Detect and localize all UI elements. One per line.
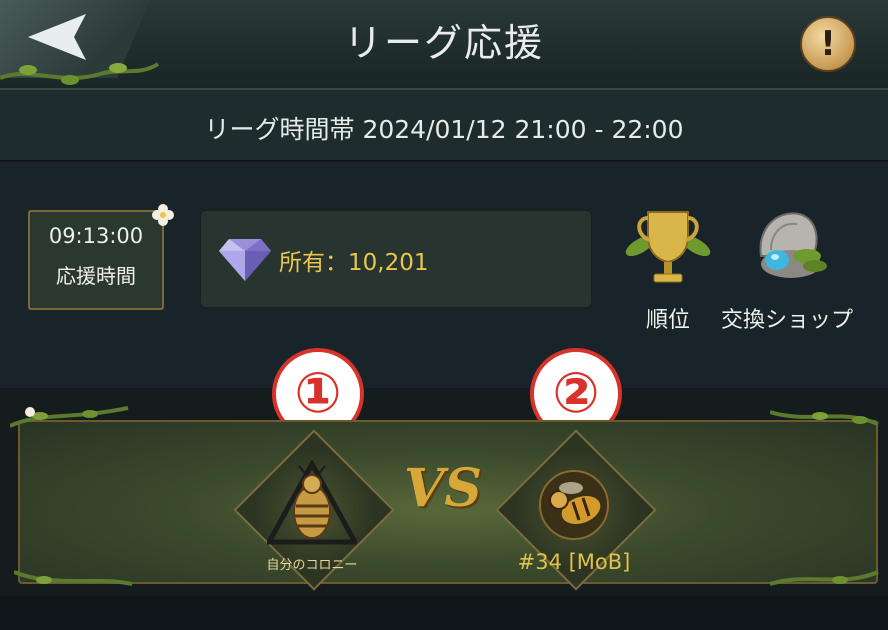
exchange-shop-button[interactable]: 交換ショップ [712,206,862,334]
exchange-shop-label: 交換ショップ [720,308,853,333]
own-colony-team[interactable]: 自分のコロニー [233,429,395,591]
opponent-team[interactable]: #34 [MoB] [495,429,657,591]
vine-decoration-icon [770,570,879,586]
info-button[interactable]: ! [800,16,856,72]
own-colony-name: 自分のコロニー [266,558,358,573]
vine-decoration-icon [770,410,879,426]
gem-amount: 所有：10,201 [279,250,429,276]
league-time-band: リーグ時間帯 2024/01/12 21:00 - 22:00 [0,90,888,161]
bee-emblem-icon [539,470,609,540]
flower-decoration-icon [152,204,174,226]
vine-decoration-icon [14,570,133,586]
trophy-icon [625,211,711,283]
bee-emblem-icon [267,460,357,545]
cheer-time-value: 09:13:00 [48,224,144,248]
page-title: リーグ応援 [343,21,544,65]
vine-decoration-icon [10,406,129,428]
cheer-time-box: 09:13:00 応援時間 [28,210,164,310]
shell-pearl-icon [759,212,827,278]
league-time-text: リーグ時間帯 2024/01/12 21:00 - 22:00 [204,115,684,144]
ranking-label: 順位 [645,308,690,333]
opponent-name: #34 [MoB] [517,550,631,574]
vs-emblem: VS [404,458,482,519]
bottom-area [0,596,888,630]
cheer-time-label: 応援時間 [56,264,136,288]
gem-balance-box: 所有：10,201 [200,210,592,308]
header-bar: リーグ応援 ! [0,0,888,90]
diamond-gem-icon [219,239,271,281]
ranking-button[interactable]: 順位 [618,206,718,334]
